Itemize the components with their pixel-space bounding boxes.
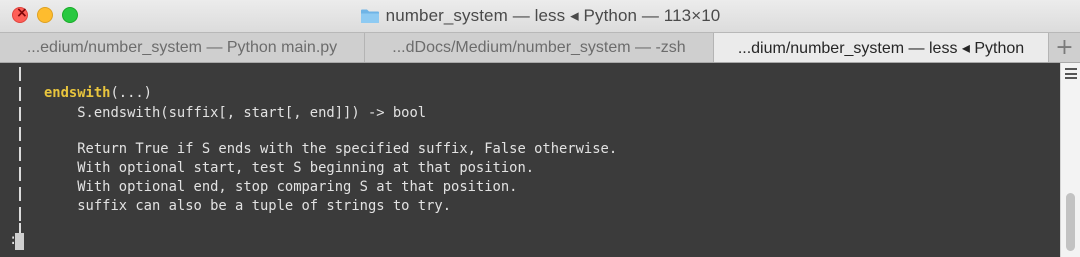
- pager-margin-bar: [19, 207, 21, 221]
- tab-bar: ...edium/number_system — Python main.py …: [0, 32, 1080, 63]
- terminal-window: number_system — less ◂ Python — 113×10 .…: [0, 0, 1080, 257]
- marks-menu-icon[interactable]: [1065, 68, 1077, 79]
- doc-signature: S.endswith(suffix[, start[, end]]) -> bo…: [44, 105, 427, 121]
- terminal-content[interactable]: endswith(...) S.endswith(suffix[, start[…: [0, 63, 1060, 257]
- pager-margin-bar: [19, 107, 21, 121]
- zoom-button[interactable]: [62, 7, 78, 23]
- window-title: number_system — less ◂ Python — 113×10: [385, 6, 721, 25]
- tab-less-python[interactable]: ...dium/number_system — less ◂ Python: [714, 33, 1049, 62]
- pager-margin-bar: [19, 87, 21, 101]
- title-bar[interactable]: number_system — less ◂ Python — 113×10: [0, 0, 1080, 32]
- doc-line: Return True if S ends with the specified…: [44, 141, 618, 157]
- window-title-group: number_system — less ◂ Python — 113×10: [360, 6, 721, 26]
- doc-keyword-suffix: (...): [110, 85, 152, 101]
- new-tab-button[interactable]: +: [1049, 33, 1080, 62]
- pager-margin-bar: [19, 187, 21, 201]
- doc-line: suffix can also be a tuple of strings to…: [44, 198, 452, 214]
- pager-margin-bar: [19, 67, 21, 81]
- scrollbar-thumb[interactable]: [1066, 193, 1075, 251]
- minimize-button[interactable]: [37, 7, 53, 23]
- text-cursor: [15, 233, 24, 250]
- doc-line: With optional start, test S beginning at…: [44, 160, 535, 176]
- doc-line: With optional end, stop comparing S at t…: [44, 179, 518, 195]
- close-button[interactable]: [12, 5, 28, 23]
- folder-icon: [360, 9, 379, 23]
- pager-margin-bar: [19, 127, 21, 141]
- doc-keyword: endswith: [44, 85, 111, 101]
- pager-margin-bar: [19, 167, 21, 181]
- tab-zsh[interactable]: ...dDocs/Medium/number_system — -zsh: [365, 33, 714, 62]
- tab-python-main[interactable]: ...edium/number_system — Python main.py: [0, 33, 365, 62]
- window-controls: [12, 5, 78, 23]
- doc-heading-line: endswith(...): [44, 84, 152, 103]
- pager-margin-bar: [19, 147, 21, 161]
- vertical-scrollbar[interactable]: [1060, 63, 1080, 257]
